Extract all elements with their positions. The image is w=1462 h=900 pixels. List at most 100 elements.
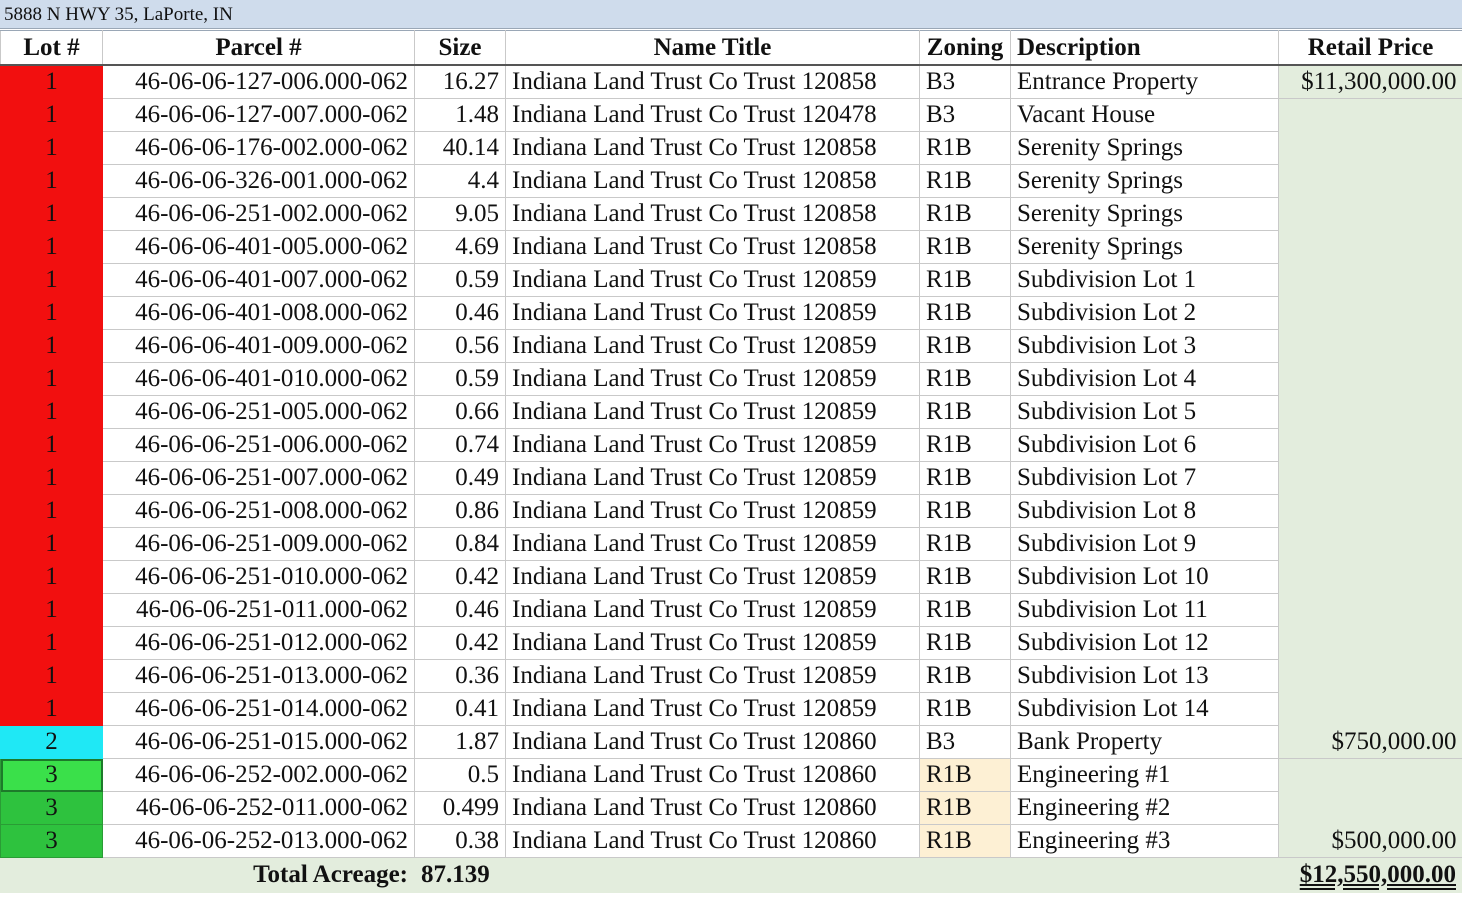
name-title-cell[interactable]: Indiana Land Trust Co Trust 120859 — [505, 263, 920, 297]
name-title-cell[interactable]: Indiana Land Trust Co Trust 120859 — [505, 362, 920, 396]
size-cell[interactable]: 0.74 — [414, 428, 506, 462]
description-cell[interactable]: Subdivision Lot 3 — [1010, 329, 1279, 363]
retail-price-cell[interactable] — [1278, 758, 1462, 792]
retail-price-cell[interactable] — [1278, 296, 1462, 330]
lot-cell[interactable]: 1 — [0, 626, 103, 660]
zoning-cell[interactable]: R1B — [919, 263, 1011, 297]
lot-cell[interactable]: 1 — [0, 395, 103, 429]
retail-price-cell[interactable] — [1278, 791, 1462, 825]
lot-cell[interactable]: 1 — [0, 593, 103, 627]
header-parcel[interactable]: Parcel # — [102, 30, 415, 66]
name-title-cell[interactable]: Indiana Land Trust Co Trust 120859 — [505, 296, 920, 330]
parcel-cell[interactable]: 46-06-06-176-002.000-062 — [102, 131, 415, 165]
retail-price-cell[interactable] — [1278, 395, 1462, 429]
name-title-cell[interactable]: Indiana Land Trust Co Trust 120859 — [505, 329, 920, 363]
retail-price-cell[interactable] — [1278, 560, 1462, 594]
parcel-cell[interactable]: 46-06-06-326-001.000-062 — [102, 164, 415, 198]
retail-price-cell[interactable] — [1278, 362, 1462, 396]
name-title-cell[interactable]: Indiana Land Trust Co Trust 120859 — [505, 692, 920, 726]
parcel-cell[interactable]: 46-06-06-127-006.000-062 — [102, 64, 415, 99]
retail-price-cell[interactable] — [1278, 263, 1462, 297]
size-cell[interactable]: 0.49 — [414, 461, 506, 495]
name-title-cell[interactable]: Indiana Land Trust Co Trust 120860 — [505, 791, 920, 825]
parcel-cell[interactable]: 46-06-06-251-007.000-062 — [102, 461, 415, 495]
size-cell[interactable]: 0.5 — [414, 758, 506, 792]
name-title-cell[interactable]: Indiana Land Trust Co Trust 120859 — [505, 494, 920, 528]
zoning-cell[interactable]: R1B — [919, 131, 1011, 165]
name-title-cell[interactable]: Indiana Land Trust Co Trust 120859 — [505, 593, 920, 627]
retail-price-cell[interactable] — [1278, 527, 1462, 561]
zoning-cell[interactable]: R1B — [919, 824, 1011, 858]
parcel-cell[interactable]: 46-06-06-251-006.000-062 — [102, 428, 415, 462]
parcel-cell[interactable]: 46-06-06-251-012.000-062 — [102, 626, 415, 660]
description-cell[interactable]: Serenity Springs — [1010, 131, 1279, 165]
name-title-cell[interactable]: Indiana Land Trust Co Trust 120859 — [505, 395, 920, 429]
lot-cell[interactable]: 1 — [0, 560, 103, 594]
lot-cell[interactable]: 3 — [0, 758, 103, 792]
zoning-cell[interactable]: R1B — [919, 461, 1011, 495]
retail-price-cell[interactable]: $11,300,000.00 — [1278, 64, 1462, 99]
zoning-cell[interactable]: R1B — [919, 494, 1011, 528]
size-cell[interactable]: 1.48 — [414, 98, 506, 132]
size-cell[interactable]: 0.59 — [414, 362, 506, 396]
lot-cell[interactable]: 1 — [0, 428, 103, 462]
description-cell[interactable]: Subdivision Lot 5 — [1010, 395, 1279, 429]
retail-price-cell[interactable] — [1278, 230, 1462, 264]
zoning-cell[interactable]: R1B — [919, 329, 1011, 363]
parcel-cell[interactable]: 46-06-06-251-010.000-062 — [102, 560, 415, 594]
size-cell[interactable]: 0.59 — [414, 263, 506, 297]
description-cell[interactable]: Subdivision Lot 12 — [1010, 626, 1279, 660]
name-title-cell[interactable]: Indiana Land Trust Co Trust 120859 — [505, 461, 920, 495]
retail-price-cell[interactable]: $750,000.00 — [1278, 725, 1462, 759]
zoning-cell[interactable]: R1B — [919, 791, 1011, 825]
size-cell[interactable]: 40.14 — [414, 131, 506, 165]
total-price[interactable]: $12,550,000.00 — [1278, 857, 1462, 893]
size-cell[interactable]: 0.46 — [414, 296, 506, 330]
zoning-cell[interactable]: R1B — [919, 197, 1011, 231]
name-title-cell[interactable]: Indiana Land Trust Co Trust 120858 — [505, 64, 920, 99]
header-zoning[interactable]: Zoning — [919, 30, 1011, 66]
lot-cell[interactable]: 1 — [0, 494, 103, 528]
description-cell[interactable]: Subdivision Lot 13 — [1010, 659, 1279, 693]
header-description[interactable]: Description — [1010, 30, 1279, 66]
lot-cell[interactable]: 1 — [0, 98, 103, 132]
description-cell[interactable]: Serenity Springs — [1010, 197, 1279, 231]
parcel-cell[interactable]: 46-06-06-401-008.000-062 — [102, 296, 415, 330]
size-cell[interactable]: 0.46 — [414, 593, 506, 627]
name-title-cell[interactable]: Indiana Land Trust Co Trust 120478 — [505, 98, 920, 132]
description-cell[interactable]: Engineering #2 — [1010, 791, 1279, 825]
zoning-cell[interactable]: B3 — [919, 64, 1011, 99]
parcel-cell[interactable]: 46-06-06-401-010.000-062 — [102, 362, 415, 396]
lot-cell[interactable]: 2 — [0, 725, 103, 759]
retail-price-cell[interactable] — [1278, 692, 1462, 726]
description-cell[interactable]: Subdivision Lot 14 — [1010, 692, 1279, 726]
retail-price-cell[interactable] — [1278, 98, 1462, 132]
zoning-cell[interactable]: R1B — [919, 164, 1011, 198]
total-label[interactable]: Total Acreage: — [102, 857, 415, 893]
zoning-cell[interactable]: R1B — [919, 560, 1011, 594]
lot-cell[interactable]: 1 — [0, 263, 103, 297]
parcel-cell[interactable]: 46-06-06-251-008.000-062 — [102, 494, 415, 528]
size-cell[interactable]: 16.27 — [414, 64, 506, 99]
size-cell[interactable]: 0.56 — [414, 329, 506, 363]
size-cell[interactable]: 0.86 — [414, 494, 506, 528]
size-cell[interactable]: 0.41 — [414, 692, 506, 726]
retail-price-cell[interactable] — [1278, 131, 1462, 165]
lot-cell[interactable]: 1 — [0, 329, 103, 363]
description-cell[interactable]: Entrance Property — [1010, 64, 1279, 99]
retail-price-cell[interactable] — [1278, 461, 1462, 495]
name-title-cell[interactable]: Indiana Land Trust Co Trust 120860 — [505, 824, 920, 858]
parcel-cell[interactable]: 46-06-06-251-015.000-062 — [102, 725, 415, 759]
parcel-cell[interactable]: 46-06-06-127-007.000-062 — [102, 98, 415, 132]
lot-cell[interactable]: 1 — [0, 659, 103, 693]
name-title-cell[interactable]: Indiana Land Trust Co Trust 120858 — [505, 230, 920, 264]
total-acreage[interactable]: 87.139 — [414, 857, 506, 893]
zoning-cell[interactable]: R1B — [919, 692, 1011, 726]
zoning-cell[interactable]: R1B — [919, 395, 1011, 429]
zoning-cell[interactable]: R1B — [919, 362, 1011, 396]
zoning-cell[interactable]: R1B — [919, 626, 1011, 660]
description-cell[interactable]: Serenity Springs — [1010, 230, 1279, 264]
retail-price-cell[interactable] — [1278, 626, 1462, 660]
lot-cell[interactable]: 1 — [0, 230, 103, 264]
size-cell[interactable]: 1.87 — [414, 725, 506, 759]
